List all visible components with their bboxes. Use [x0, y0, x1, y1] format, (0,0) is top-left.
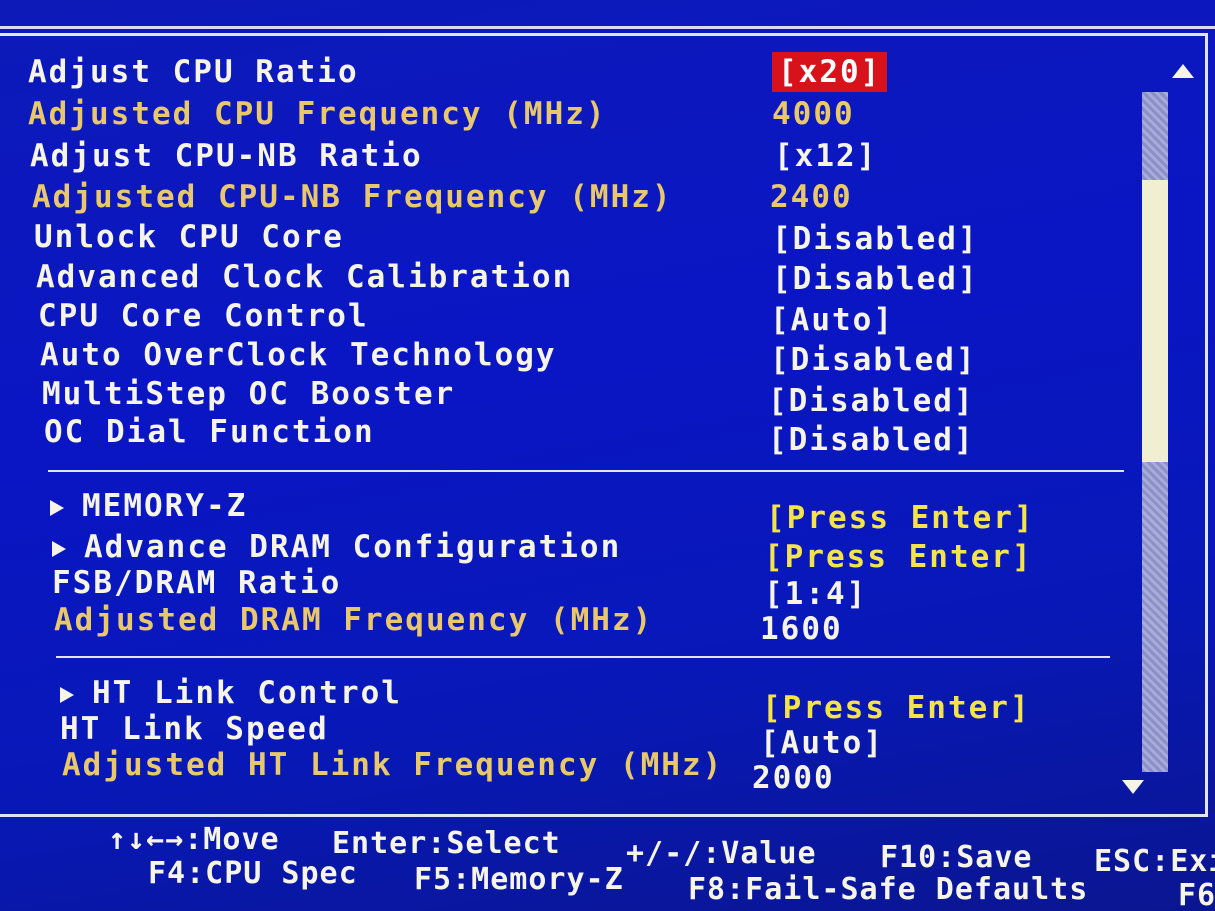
- bios-screen: Adjust CPU Ratio [x20] Adjusted CPU Freq…: [0, 0, 1215, 911]
- setting-adjusted-dram-frequency-value: 1600: [760, 611, 843, 647]
- setting-adjust-cpu-ratio-label[interactable]: Adjust CPU Ratio: [28, 52, 359, 92]
- hint-memory-z: F5:Memory-Z: [414, 862, 624, 897]
- setting-ht-link-speed-value[interactable]: [Auto]: [760, 723, 884, 763]
- setting-auto-overclock-technology-label[interactable]: Auto OverClock Technology: [40, 335, 557, 375]
- setting-fsb-dram-ratio-label[interactable]: FSB/DRAM Ratio: [52, 563, 341, 603]
- top-border: [0, 26, 1215, 29]
- setting-adjusted-dram-frequency-label: Adjusted DRAM Frequency (MHz): [54, 602, 654, 638]
- submenu-memory-z[interactable]: MEMORY-Z: [50, 486, 247, 526]
- submenu-advance-dram-configuration-value[interactable]: [Press Enter]: [764, 537, 1033, 577]
- scroll-down-arrow-icon[interactable]: [1122, 780, 1144, 794]
- submenu-arrow-icon: [50, 499, 64, 516]
- submenu-arrow-icon: [52, 540, 66, 557]
- hint-value: +/-/:Value: [626, 836, 817, 871]
- hint-failsafe: F8:Fail-Safe Defaults: [688, 872, 1089, 907]
- setting-advanced-clock-calibration-value[interactable]: [Disabled]: [772, 259, 979, 299]
- setting-cpu-core-control-label[interactable]: CPU Core Control: [38, 296, 369, 336]
- scrollbar-thumb[interactable]: [1142, 180, 1168, 462]
- hint-select: Enter:Select: [332, 826, 561, 861]
- setting-multistep-oc-booster-value[interactable]: [Disabled]: [768, 381, 975, 421]
- submenu-ht-link-control[interactable]: HT Link Control: [60, 673, 402, 713]
- submenu-ht-link-control-label: HT Link Control: [92, 675, 402, 711]
- hint-cpu-spec: F4:CPU Spec: [148, 856, 358, 891]
- setting-ht-link-speed-label[interactable]: HT Link Speed: [60, 709, 329, 749]
- setting-cpu-core-control-value[interactable]: [Auto]: [770, 300, 894, 340]
- submenu-arrow-icon: [60, 686, 74, 703]
- scroll-up-arrow-icon[interactable]: [1172, 64, 1194, 78]
- submenu-ht-link-control-value[interactable]: [Press Enter]: [762, 688, 1031, 728]
- submenu-advance-dram-configuration[interactable]: Advance DRAM Configuration: [52, 527, 621, 567]
- setting-oc-dial-function-value[interactable]: [Disabled]: [768, 420, 975, 460]
- key-help-bar: ↑↓←→:Move Enter:Select +/-/:Value F10:Sa…: [0, 822, 1215, 911]
- setting-adjusted-cpu-nb-frequency-label: Adjusted CPU-NB Frequency (MHz): [32, 179, 673, 215]
- hint-esc: ESC:Exit: [1094, 844, 1215, 879]
- setting-adjusted-cpu-frequency-label: Adjusted CPU Frequency (MHz): [28, 96, 607, 132]
- hint-f6: F6: [1178, 878, 1215, 911]
- setting-adjust-cpu-nb-ratio-label[interactable]: Adjust CPU-NB Ratio: [30, 136, 423, 176]
- submenu-memory-z-label: MEMORY-Z: [82, 488, 248, 524]
- setting-multistep-oc-booster-label[interactable]: MultiStep OC Booster: [42, 374, 455, 414]
- separator-1: [48, 470, 1124, 472]
- submenu-memory-z-value[interactable]: [Press Enter]: [766, 498, 1035, 538]
- setting-unlock-cpu-core-value[interactable]: [Disabled]: [772, 219, 979, 259]
- separator-2: [56, 656, 1110, 658]
- setting-oc-dial-function-label[interactable]: OC Dial Function: [44, 412, 375, 452]
- setting-auto-overclock-technology-value[interactable]: [Disabled]: [770, 340, 977, 380]
- hint-move: ↑↓←→:Move: [108, 822, 280, 857]
- setting-adjusted-ht-link-frequency-label: Adjusted HT Link Frequency (MHz): [62, 747, 724, 783]
- hint-save: F10:Save: [880, 840, 1033, 875]
- setting-adjusted-ht-link-frequency-value: 2000: [752, 760, 835, 796]
- submenu-advance-dram-configuration-label: Advance DRAM Configuration: [84, 529, 622, 565]
- setting-adjust-cpu-nb-ratio-value[interactable]: [x12]: [774, 136, 877, 176]
- setting-adjusted-cpu-frequency-value: 4000: [772, 96, 855, 132]
- setting-unlock-cpu-core-label[interactable]: Unlock CPU Core: [34, 217, 344, 257]
- setting-adjusted-cpu-nb-frequency-value: 2400: [770, 179, 853, 215]
- setting-fsb-dram-ratio-value[interactable]: [1:4]: [764, 574, 867, 614]
- setting-advanced-clock-calibration-label[interactable]: Advanced Clock Calibration: [36, 257, 573, 297]
- setting-adjust-cpu-ratio-value[interactable]: [x20]: [772, 52, 888, 92]
